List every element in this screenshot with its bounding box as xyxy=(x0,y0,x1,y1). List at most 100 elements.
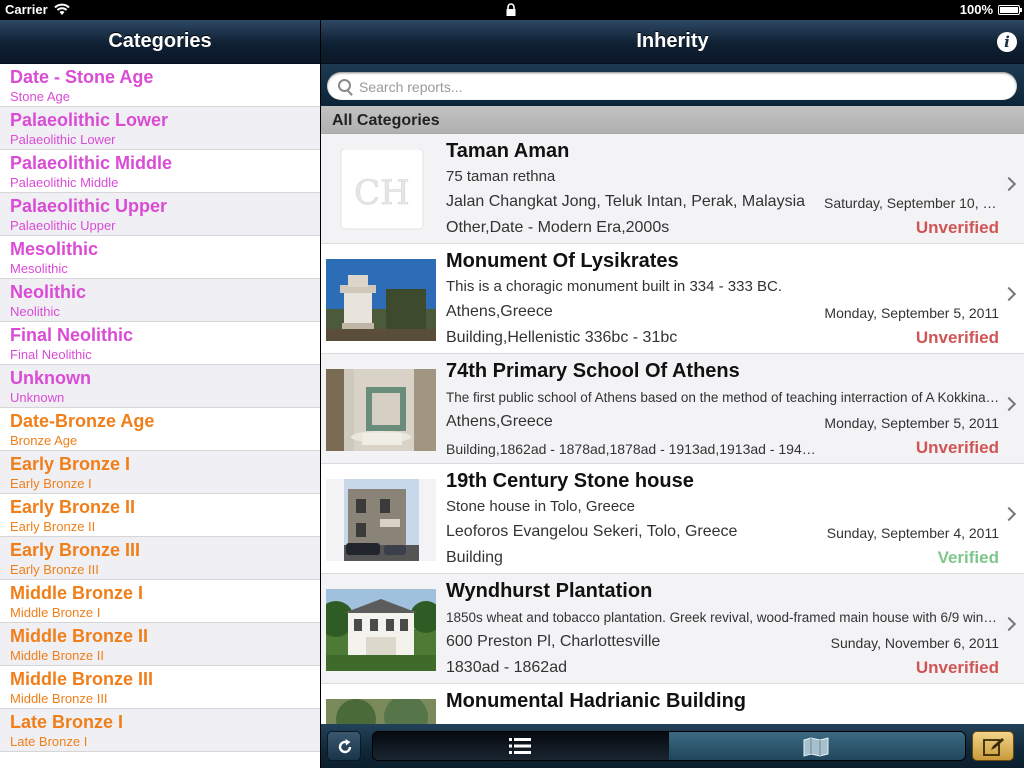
report-date: Sunday, September 4, 2011 xyxy=(826,525,999,541)
report-thumbnail xyxy=(326,479,436,561)
report-categories: 1830ad - 1862ad xyxy=(446,659,567,676)
report-title: Taman Aman xyxy=(446,140,570,162)
refresh-icon xyxy=(338,739,352,754)
category-item[interactable]: Unknown Unknown xyxy=(0,365,320,408)
report-title: 19th Century Stone house xyxy=(446,470,694,492)
search-field[interactable] xyxy=(327,72,1017,100)
wifi-icon xyxy=(54,3,70,15)
category-item[interactable]: Late Bronze I Late Bronze I xyxy=(0,709,320,752)
list-icon xyxy=(509,738,531,754)
category-item[interactable]: Early Bronze II Early Bronze II xyxy=(0,494,320,537)
report-date: Saturday, September 10, 2011 xyxy=(824,195,999,211)
report-thumbnail xyxy=(326,589,436,671)
category-item[interactable]: Middle Bronze II Middle Bronze II xyxy=(0,623,320,666)
report-row[interactable]: 19th Century Stone house Stone house in T… xyxy=(321,464,1024,574)
category-item[interactable]: Date-Bronze Age Bronze Age xyxy=(0,408,320,451)
battery-percent: 100% xyxy=(959,2,993,17)
report-date: Monday, September 5, 2011 xyxy=(824,415,999,431)
categories-list[interactable]: Date - Stone Age Stone Age Palaeolithic Lo… xyxy=(0,64,320,752)
report-status: Unverified xyxy=(915,328,999,347)
category-subtitle: Late Bronze I xyxy=(10,734,88,749)
report-status: Unverified xyxy=(915,218,999,237)
report-location: Athens,Greece xyxy=(446,303,553,320)
category-title: Early Bronze I xyxy=(10,454,131,474)
report-status: Verified xyxy=(937,548,999,567)
chevron-right-icon xyxy=(1001,176,1017,192)
category-subtitle: Palaeolithic Lower xyxy=(10,132,116,147)
category-title: Unknown xyxy=(10,368,91,388)
category-item[interactable]: Early Bronze III Early Bronze III xyxy=(0,537,320,580)
category-title: Middle Bronze II xyxy=(10,626,149,646)
search-input[interactable] xyxy=(357,76,1001,98)
category-subtitle: Early Bronze I xyxy=(10,476,92,491)
chevron-right-icon xyxy=(1001,286,1017,302)
category-item[interactable]: Palaeolithic Upper Palaeolithic Upper xyxy=(0,193,320,236)
logo-text: CH xyxy=(354,173,410,213)
report-row[interactable]: Wyndhurst Plantation 1850s wheat and toba… xyxy=(321,574,1024,684)
category-item[interactable]: Date - Stone Age Stone Age xyxy=(0,64,320,107)
report-row[interactable]: Monumental Hadrianic Building xyxy=(321,684,1024,724)
info-icon[interactable]: i xyxy=(997,32,1017,52)
chevron-right-icon xyxy=(1001,506,1017,522)
refresh-button[interactable] xyxy=(327,731,361,761)
chevron-right-icon xyxy=(1001,396,1017,412)
category-title: Mesolithic xyxy=(10,239,99,259)
category-subtitle: Middle Bronze III xyxy=(10,691,108,706)
report-location: Athens,Greece xyxy=(446,413,553,430)
report-status: Unverified xyxy=(915,438,999,457)
report-title: Monument Of Lysikrates xyxy=(446,250,679,272)
report-description: This is a choragic monument built in 334… xyxy=(446,278,782,295)
report-description: 1850s wheat and tobacco plantation. Gree… xyxy=(446,610,1001,625)
category-item[interactable]: Middle Bronze III Middle Bronze III xyxy=(0,666,320,709)
category-title: Early Bronze II xyxy=(10,497,136,517)
report-row[interactable]: 74th Primary School Of Athens The first p… xyxy=(321,354,1024,464)
view-toggle[interactable] xyxy=(372,731,966,761)
category-item[interactable]: Mesolithic Mesolithic xyxy=(0,236,320,279)
search-icon xyxy=(338,79,351,92)
reports-list: CH Taman Aman 75 taman rethna Jalan Changka… xyxy=(321,134,1024,724)
category-subtitle: Middle Bronze II xyxy=(10,648,104,663)
report-date: Sunday, November 6, 2011 xyxy=(830,635,999,651)
categories-navbar: Categories xyxy=(0,20,320,64)
report-location: Leoforos Evangelou Sekeri, Tolo, Greece xyxy=(446,523,738,540)
report-categories: Building,1862ad - 1878ad,1878ad - 1913ad… xyxy=(446,441,821,457)
report-date: Monday, September 5, 2011 xyxy=(824,305,999,321)
app-title: Inherity xyxy=(636,30,709,52)
map-icon xyxy=(803,737,829,757)
status-bar: Carrier 100% xyxy=(0,0,1024,20)
report-thumbnail: CH xyxy=(326,149,436,231)
report-title: Wyndhurst Plantation xyxy=(446,580,653,602)
category-subtitle: Unknown xyxy=(10,390,65,405)
report-thumbnail xyxy=(326,369,436,451)
category-item[interactable]: Palaeolithic Lower Palaeolithic Lower xyxy=(0,107,320,150)
category-title: Late Bronze I xyxy=(10,712,124,732)
lock-icon xyxy=(506,3,516,16)
category-subtitle: Final Neolithic xyxy=(10,347,92,362)
report-row[interactable]: CH Taman Aman 75 taman rethna Jalan Changka… xyxy=(321,134,1024,244)
category-item[interactable]: Final Neolithic Final Neolithic xyxy=(0,322,320,365)
report-row[interactable]: Monument Of Lysikrates This is a choragic… xyxy=(321,244,1024,354)
report-categories: Other,Date - Modern Era,2000s xyxy=(446,219,670,236)
report-status: Unverified xyxy=(915,658,999,677)
compose-button[interactable] xyxy=(972,731,1014,761)
category-item[interactable]: Early Bronze I Early Bronze I xyxy=(0,451,320,494)
map-view-segment[interactable] xyxy=(669,732,965,760)
category-item[interactable]: Neolithic Neolithic xyxy=(0,279,320,322)
report-title: Monumental Hadrianic Building xyxy=(446,690,747,712)
category-item[interactable]: Middle Bronze I Middle Bronze I xyxy=(0,580,320,623)
category-subtitle: Early Bronze III xyxy=(10,562,99,577)
category-subtitle: Mesolithic xyxy=(10,261,68,276)
category-subtitle: Middle Bronze I xyxy=(10,605,101,620)
categories-title: Categories xyxy=(108,30,212,52)
category-title: Final Neolithic xyxy=(10,325,134,345)
category-title: Early Bronze III xyxy=(10,540,141,560)
compose-icon xyxy=(983,738,1004,756)
category-item[interactable]: Palaeolithic Middle Palaeolithic Middle xyxy=(0,150,320,193)
search-bar xyxy=(321,64,1024,106)
category-subtitle: Early Bronze II xyxy=(10,519,96,534)
report-location: Jalan Changkat Jong, Teluk Intan, Perak,… xyxy=(446,193,806,210)
category-subtitle: Palaeolithic Middle xyxy=(10,175,119,190)
list-view-segment[interactable] xyxy=(373,732,669,760)
battery-icon xyxy=(998,5,1022,15)
category-subtitle: Neolithic xyxy=(10,304,60,319)
